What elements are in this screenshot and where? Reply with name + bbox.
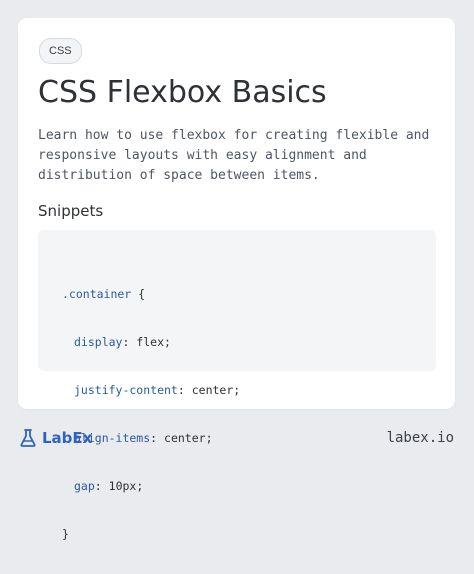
code-close-brace: } <box>62 527 69 541</box>
code-selector: .container <box>62 287 132 301</box>
site-url[interactable]: labex.io <box>387 428 454 448</box>
code-line-selector: .container { <box>62 286 240 302</box>
category-tag[interactable]: CSS <box>39 38 82 64</box>
code-value: flex <box>136 335 165 349</box>
code-snippet: .container { display: flex; justify-cont… <box>62 254 240 574</box>
code-property: display <box>74 335 123 349</box>
code-line-declaration: display: flex; <box>74 335 171 349</box>
description-text: Learn how to use flexbox for creating fl… <box>38 128 430 183</box>
snippets-heading: Snippets <box>38 202 104 220</box>
code-line-declaration: gap: 10px; <box>74 479 144 493</box>
code-property: gap <box>74 479 95 493</box>
page-title: CSS Flexbox Basics <box>38 75 327 110</box>
code-line-declaration: justify-content: center; <box>74 383 241 397</box>
code-property: justify-content <box>74 383 178 397</box>
content-card: CSS CSS Flexbox Basics Learn how to use … <box>18 18 455 541</box>
labex-logo[interactable]: LabEx <box>18 428 92 448</box>
code-value: center <box>191 383 234 397</box>
code-snippet-block: .container { display: flex; justify-cont… <box>38 230 436 541</box>
code-open-brace: { <box>131 287 146 301</box>
code-value: 10px <box>108 479 137 493</box>
code-value: center <box>164 431 206 445</box>
code-line-close: } <box>62 526 240 542</box>
flask-icon <box>18 428 38 448</box>
brand-name: LabEx <box>42 429 93 447</box>
